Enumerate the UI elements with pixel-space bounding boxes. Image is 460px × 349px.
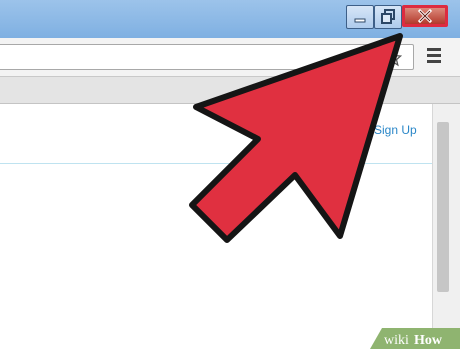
vertical-scrollbar[interactable] [432,104,460,349]
sign-up-link[interactable]: Sign Up [374,123,417,137]
divider [0,163,432,164]
browser-window: Sign Up wiki How [0,0,460,349]
minimize-button[interactable] [346,5,374,29]
wikihow-logo: wiki How [370,328,460,349]
address-bar[interactable] [0,44,414,70]
scrollbar-thumb[interactable] [437,122,449,292]
hamburger-menu-icon[interactable] [427,48,443,66]
window-title-bar [0,0,460,38]
svg-text:How: How [414,333,443,348]
close-button[interactable] [402,5,448,27]
restore-icon [381,9,395,24]
minimize-icon [354,18,366,23]
close-icon [417,8,433,24]
web-page-content: Sign Up [0,104,432,349]
svg-text:wiki: wiki [384,333,409,348]
bookmarks-bar [0,77,460,104]
browser-toolbar [0,38,460,77]
restore-button[interactable] [374,5,402,29]
star-icon[interactable] [384,49,402,67]
